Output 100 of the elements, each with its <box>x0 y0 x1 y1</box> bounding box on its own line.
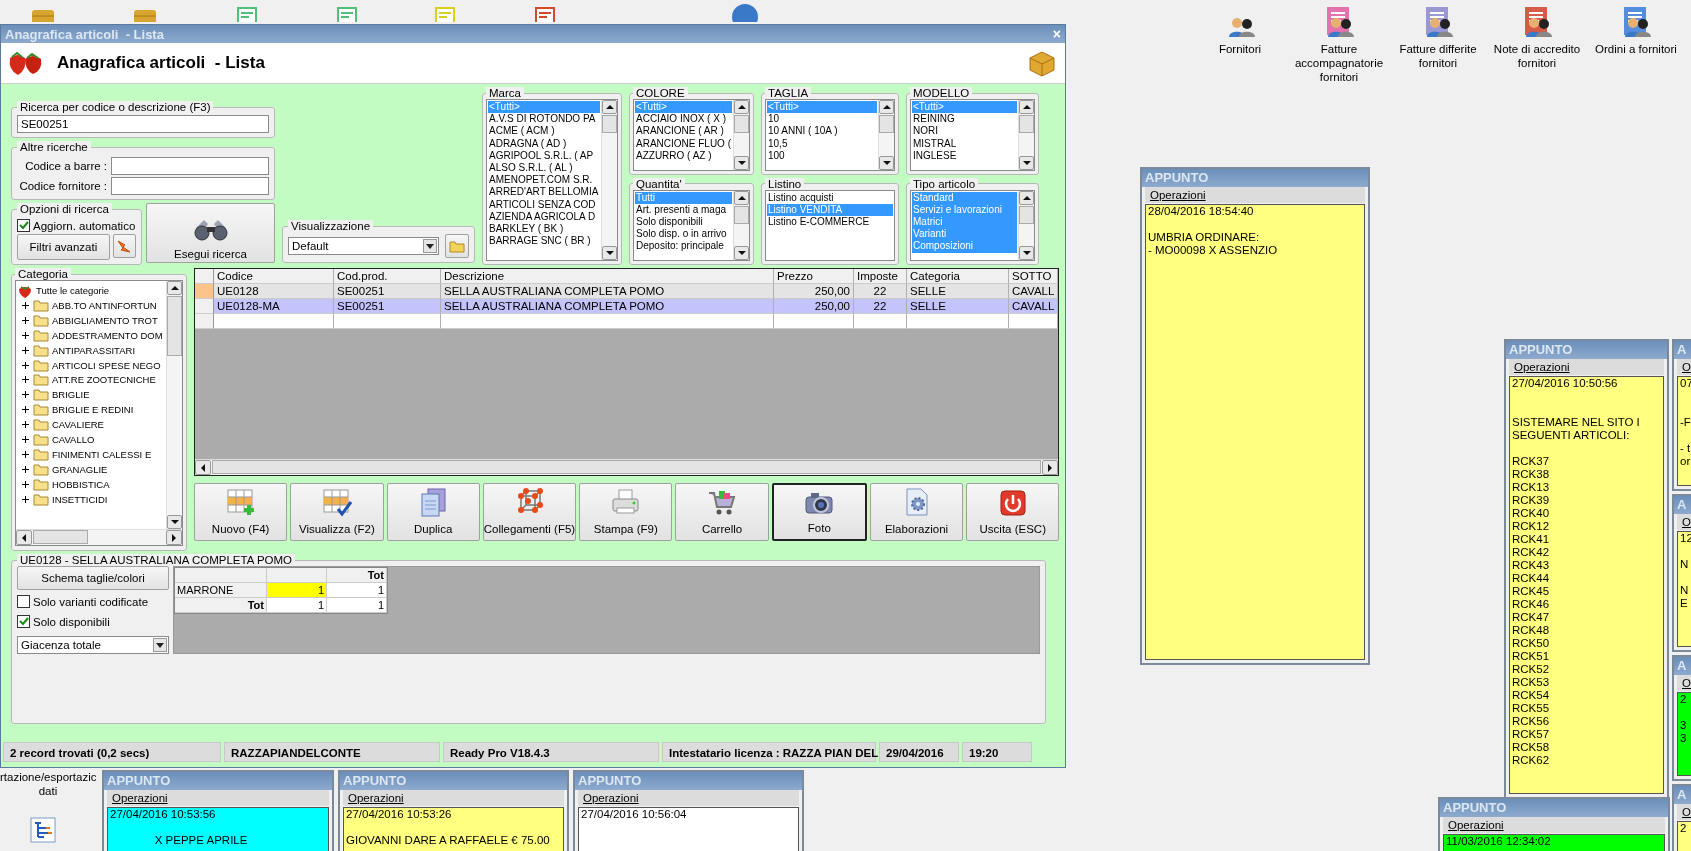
table-cell[interactable] <box>1009 314 1059 329</box>
expander[interactable] <box>21 405 30 415</box>
expander[interactable] <box>21 360 30 370</box>
checkbox-label[interactable]: Solo varianti codificate <box>33 595 149 608</box>
note-text[interactable]: 2 <box>1677 821 1691 851</box>
list-item[interactable]: 10,5 <box>767 137 877 150</box>
checkbox[interactable] <box>17 219 30 232</box>
list-item[interactable]: 10 ANNI ( 10A ) <box>767 125 877 138</box>
tree-item[interactable]: BRIGLIE E REDINI <box>52 404 134 416</box>
view-dropdown[interactable]: Default <box>288 237 439 255</box>
list-item[interactable]: Listino E-COMMERCE <box>767 215 893 229</box>
table-row[interactable]: UE0128 SE00251 SELLA AUSTRALIANA COMPLETA POMO 250,00 22 SELLE CAVALL <box>195 284 1059 299</box>
list-item[interactable]: BARKLEY ( BK ) <box>488 223 600 236</box>
note-text[interactable]: 2 3 3 <box>1677 692 1691 776</box>
scrollbar[interactable] <box>195 459 1059 475</box>
note-text[interactable]: 28/04/2016 18:54:40 UMBRIA ORDINARE: - MO00098 X ASSENZIO <box>1145 204 1365 660</box>
tree-item[interactable]: Tutte le categorie <box>36 285 110 296</box>
scrollbar[interactable] <box>166 281 182 529</box>
toolbar-button[interactable]: Collegamenti (F5) <box>482 483 577 541</box>
list-item[interactable]: AMENOPET.COM S.R. <box>488 174 600 187</box>
list-item[interactable]: MISTRAL <box>912 137 1017 150</box>
expander[interactable] <box>21 479 30 489</box>
list-item[interactable]: ADRAGNA ( AD ) <box>488 137 600 150</box>
menu-item[interactable]: Operazioni <box>1448 819 1504 831</box>
toolbar-button[interactable]: Foto <box>771 483 867 541</box>
input-field[interactable] <box>111 157 269 175</box>
tree-item[interactable]: HOBBISTICA <box>52 478 110 490</box>
list-item[interactable]: AZZURRO ( AZ ) <box>635 149 732 162</box>
expander[interactable] <box>21 434 30 444</box>
list-item[interactable]: ARANCIONE ( AR ) <box>635 125 732 138</box>
tree-item[interactable]: ADDESTRAMENTO DOM <box>52 329 163 341</box>
toolbar-button[interactable]: Nuovo (F4) <box>194 483 288 541</box>
list-item[interactable]: AGRIPOOL S.R.L. ( AP <box>488 149 600 162</box>
tree-item[interactable]: ANTIPARASSITARI <box>52 344 136 356</box>
expander[interactable] <box>21 464 30 474</box>
scrollbar[interactable] <box>1018 190 1034 260</box>
table-cell[interactable] <box>441 314 774 329</box>
list-item[interactable]: REINING <box>912 113 1017 126</box>
list-item[interactable]: ARTICOLI SENZA COD <box>488 198 600 211</box>
list-item[interactable]: ALSO S.R.L. ( AL ) <box>488 162 600 175</box>
scrollbar[interactable] <box>601 100 617 260</box>
list-item[interactable]: ARRED'ART BELLOMIA <box>488 186 600 199</box>
schema-button[interactable]: Schema taglie/colori <box>17 566 169 590</box>
list-item[interactable]: NORI <box>912 125 1017 138</box>
search-button[interactable]: Esegui ricerca <box>146 203 275 263</box>
tree-item[interactable]: ABB.TO ANTINFORTUN <box>52 299 157 311</box>
note-text[interactable]: 27/04/2016 10:53:56 X PEPPE APRILE <box>107 807 329 851</box>
expander[interactable] <box>21 390 30 400</box>
list-item[interactable]: ACCIAIO INOX ( X ) <box>635 113 732 126</box>
expander[interactable] <box>21 449 30 459</box>
list-item[interactable]: Listino acquisti <box>767 191 893 204</box>
list-item[interactable]: 100 <box>767 149 877 162</box>
expander[interactable] <box>21 315 30 325</box>
list-item[interactable]: AZIENDA AGRICOLA D <box>488 210 600 224</box>
list-item[interactable]: ARANCIONE FLUO ( <box>635 137 732 150</box>
toolbar-button[interactable]: Carrello <box>675 483 769 541</box>
stock-dropdown[interactable]: Giacenza totale <box>17 636 169 654</box>
expander[interactable] <box>21 420 30 430</box>
scrollbar[interactable] <box>878 100 894 170</box>
checkbox[interactable] <box>17 595 30 608</box>
toolbar-button[interactable]: Duplica <box>386 483 480 541</box>
table-cell[interactable] <box>907 314 1009 329</box>
scrollbar[interactable] <box>1018 100 1034 170</box>
checkbox-label[interactable]: Solo disponibili <box>33 615 110 628</box>
table-cell[interactable] <box>854 314 907 329</box>
checkbox-label[interactable]: Aggiorn. automatico <box>33 219 136 232</box>
list-item[interactable]: Art. presenti a maga <box>635 203 732 216</box>
advanced-filters-button[interactable]: Filtri avanzati <box>17 234 110 260</box>
shortcut-label[interactable]: Ordini a fornitori <box>1595 42 1677 56</box>
tree-item[interactable]: ARTICOLI SPESE NEGO <box>52 359 161 371</box>
shortcut-label[interactable]: Fornitori <box>1218 42 1262 56</box>
shortcut-label[interactable]: Note di accredito fornitori <box>1487 42 1587 70</box>
list-item[interactable]: INGLESE <box>912 149 1017 162</box>
shortcut-label[interactable]: Fatture accompagnatorie fornitori <box>1289 42 1389 84</box>
expander[interactable] <box>21 300 30 310</box>
scrollbar[interactable] <box>16 529 182 545</box>
menu-item[interactable]: Operazioni <box>1150 189 1206 201</box>
list-item[interactable]: 10 <box>767 113 877 126</box>
note-text[interactable]: 27/04/2016 10:56:04 <box>578 807 799 851</box>
list-item[interactable]: BARRAGE SNC ( BR ) <box>488 235 600 248</box>
list-item[interactable]: Solo disp. o in arrivo <box>635 228 732 241</box>
toolbar-button[interactable]: Stampa (F9) <box>579 483 673 541</box>
tree-item[interactable]: INSETTICIDI <box>52 493 108 505</box>
tree-item[interactable]: ABBIGLIAMENTO TROT <box>52 314 158 326</box>
note-text[interactable]: 27/04/2016 10:53:26 GIOVANNI DARE A RAFFAELE € 75.00 <box>343 807 564 851</box>
note-text[interactable]: 11/03/2016 12:34:02 <box>1443 834 1665 851</box>
tree-list-icon[interactable] <box>29 816 57 844</box>
expander[interactable] <box>21 330 30 340</box>
toolbar-button[interactable]: Elaborazioni <box>869 483 964 541</box>
list-item[interactable]: A.V.S DI ROTONDO PA <box>488 113 600 126</box>
menu-item[interactable]: Operazioni <box>348 792 404 804</box>
note-text[interactable]: 27/04/2016 10:50:56 SISTEMARE NEL SITO I SEGUENTI ARTICOLI: RCK37 RCK38 RCK13 RCK39 RCK40 RCK12 RCK41 RCK42 RCK43 RCK44 RCK45 RCK46 RCK47 RCK48 RCK50 RCK51 RCK52 RCK53 RCK54 RCK55 RCK56 RCK57 RCK58 RCK62 <box>1509 376 1664 794</box>
list-item[interactable]: Deposito: principale <box>635 240 732 253</box>
table-row[interactable]: UE0128-MA SE00251 SELLA AUSTRALIANA COMPLETA POMO 250,00 22 SELLE CAVALL <box>195 299 1059 314</box>
shortcut-label[interactable]: Fatture differite fornitori <box>1388 42 1488 70</box>
tree-item[interactable]: GRANAGLIE <box>52 463 108 475</box>
list-item[interactable]: ACME ( ACM ) <box>488 125 600 138</box>
toolbar-button[interactable]: Uscita (ESC) <box>966 483 1060 541</box>
menu-item[interactable]: Operazioni <box>112 792 168 804</box>
expander[interactable] <box>21 345 30 355</box>
